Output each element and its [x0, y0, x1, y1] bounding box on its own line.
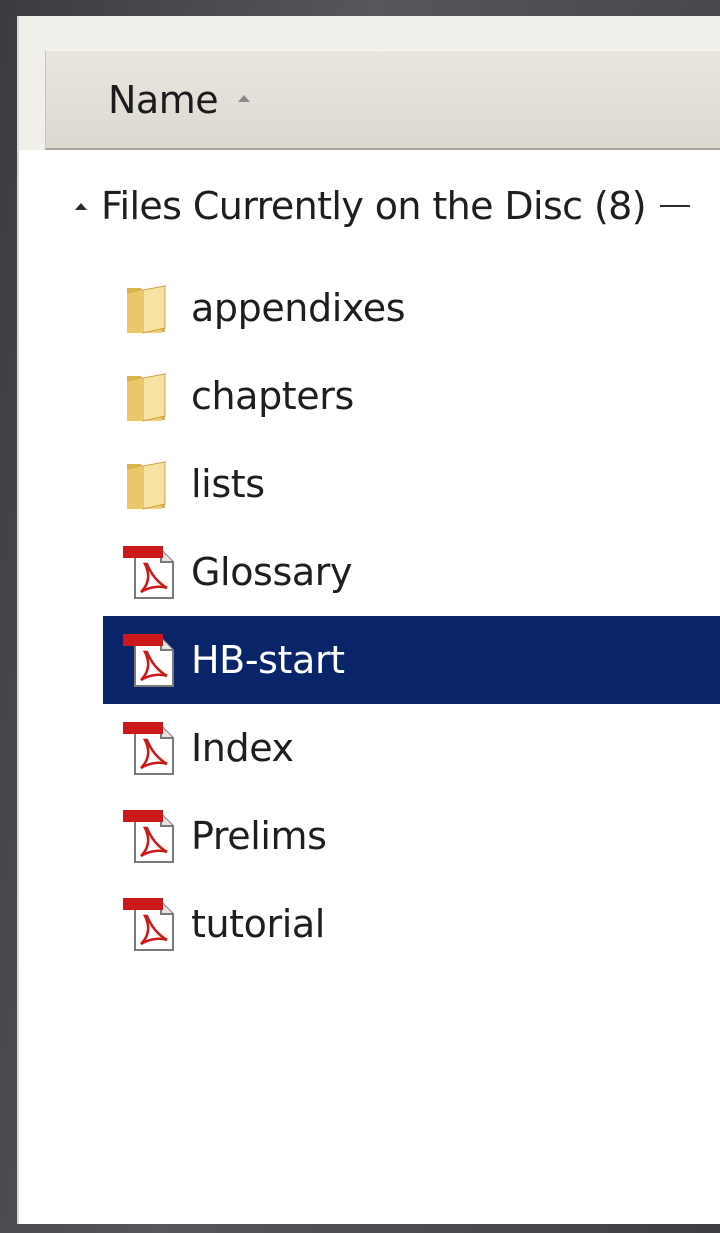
file-row-chapters[interactable]: chapters [103, 352, 720, 440]
file-label: HB-start [191, 638, 345, 682]
file-row-glossary[interactable]: Glossary [103, 528, 720, 616]
file-label: Glossary [191, 550, 353, 594]
group-divider [659, 205, 690, 207]
file-row-index[interactable]: Index [103, 704, 720, 792]
sort-ascending-icon [238, 95, 250, 102]
file-label: lists [191, 462, 265, 506]
file-label: chapters [191, 374, 354, 418]
name-column-label: Name [108, 78, 219, 122]
folder-icon [127, 461, 166, 510]
file-row-tutorial[interactable]: tutorial [103, 880, 720, 968]
file-label: Index [191, 726, 294, 770]
left-gutter [19, 50, 45, 150]
explorer-window: Name Files Currently on the Disc (8) app… [17, 16, 720, 1224]
toolbar-strip [19, 16, 720, 51]
file-label: tutorial [191, 902, 325, 946]
pdf-icon [123, 546, 174, 599]
folder-icon [127, 285, 166, 334]
folder-icon [127, 373, 166, 422]
group-label: Files Currently on the Disc (8) [101, 184, 647, 228]
file-list: appendixes chapters lists Glossary HB-st… [103, 264, 720, 968]
group-header[interactable]: Files Currently on the Disc (8) [75, 176, 720, 236]
file-row-appendixes[interactable]: appendixes [103, 264, 720, 352]
file-row-lists[interactable]: lists [103, 440, 720, 528]
pdf-icon [123, 898, 174, 951]
name-column-header[interactable]: Name [45, 50, 720, 150]
collapse-arrow-icon[interactable] [75, 202, 87, 210]
file-label: Prelims [191, 814, 327, 858]
file-label: appendixes [191, 286, 406, 330]
pdf-icon [123, 634, 174, 687]
pdf-icon [123, 810, 174, 863]
file-row-hb-start[interactable]: HB-start [103, 616, 720, 704]
file-row-prelims[interactable]: Prelims [103, 792, 720, 880]
pdf-icon [123, 722, 174, 775]
